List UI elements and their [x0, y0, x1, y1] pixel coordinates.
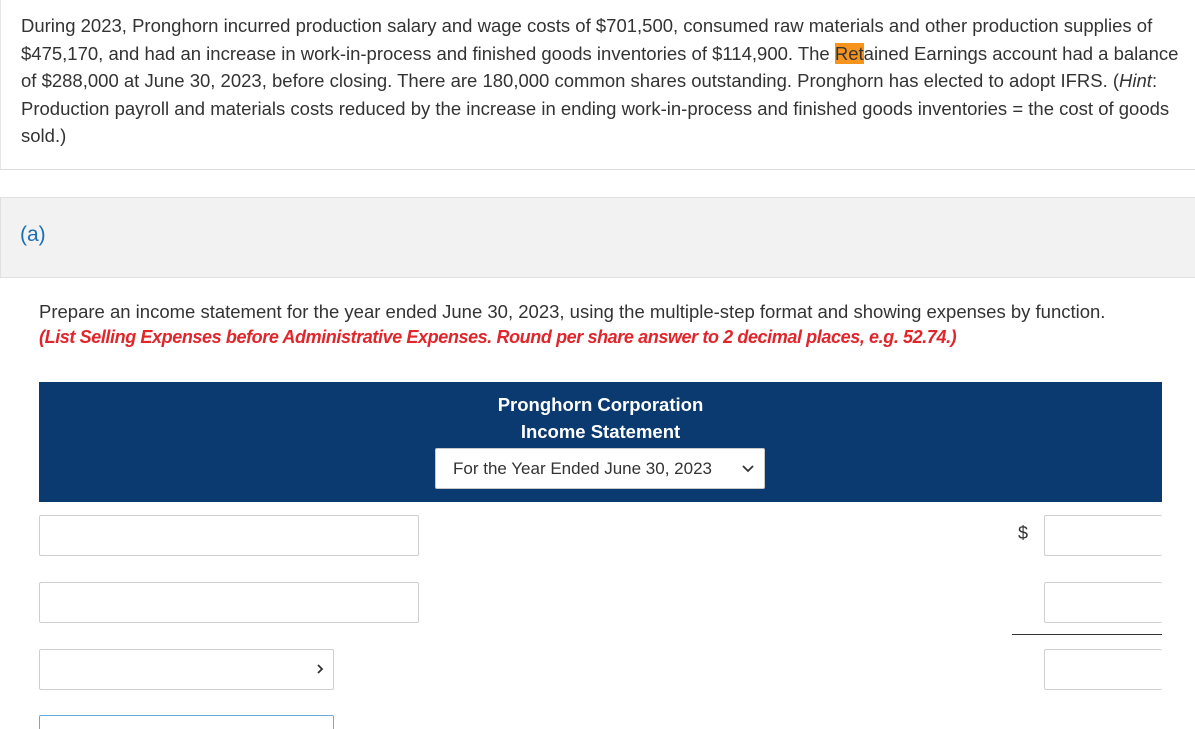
page: During 2023, Pronghorn incurred producti…: [0, 0, 1195, 729]
amount-input-3[interactable]: [1044, 649, 1162, 690]
line-item-label-input-2[interactable]: [39, 582, 419, 623]
statement-title: Income Statement: [520, 421, 681, 442]
line-item-dropdown-3[interactable]: [39, 649, 334, 690]
period-selected-value: For the Year Ended June 30, 2023: [453, 459, 712, 478]
line-item-dropdown-4[interactable]: [39, 715, 334, 729]
chevron-right-icon: [317, 664, 324, 674]
statement-header: Pronghorn Corporation Income Statement F…: [39, 382, 1162, 502]
instruction-text: Prepare an income statement for the year…: [39, 301, 1106, 322]
line-item-label-input-1[interactable]: [39, 515, 419, 556]
part-label: (a): [20, 223, 46, 246]
amount-input-2[interactable]: [1044, 582, 1162, 623]
company-name: Pronghorn Corporation: [497, 394, 704, 415]
search-highlight: Ret: [834, 42, 864, 64]
instruction-note: (List Selling Expenses before Administra…: [39, 327, 957, 347]
period-dropdown[interactable]: For the Year Ended June 30, 2023: [435, 448, 765, 489]
subtotal-rule: [1012, 634, 1162, 635]
problem-statement: During 2023, Pronghorn incurred producti…: [0, 0, 1195, 170]
currency-symbol: $: [1018, 523, 1029, 543]
part-header: (a): [0, 197, 1195, 278]
amount-input-1[interactable]: [1044, 515, 1162, 556]
hint-label: Hint: [1119, 70, 1152, 91]
chevron-down-icon: [742, 465, 754, 473]
problem-text: During 2023, Pronghorn incurred producti…: [21, 12, 1181, 150]
